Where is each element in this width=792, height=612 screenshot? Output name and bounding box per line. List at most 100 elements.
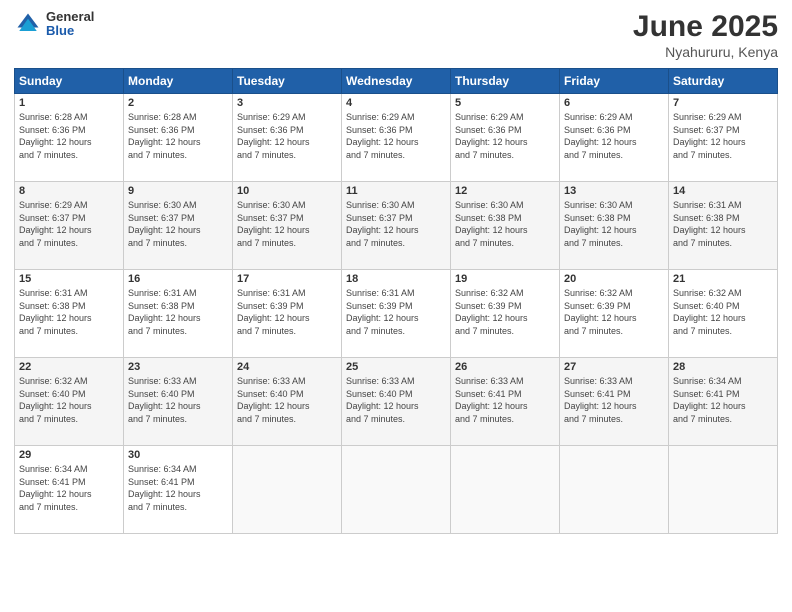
day-info: Sunrise: 6:28 AM Sunset: 6:36 PM Dayligh… [19,111,119,161]
day-number: 15 [19,273,119,285]
table-row: 19 Sunrise: 6:32 AM Sunset: 6:39 PM Dayli… [451,270,560,358]
table-row [342,446,451,534]
table-row: 30 Sunrise: 6:34 AM Sunset: 6:41 PM Dayli… [124,446,233,534]
header-tuesday: Tuesday [233,69,342,94]
table-row: 4 Sunrise: 6:29 AM Sunset: 6:36 PM Daylig… [342,94,451,182]
day-number: 28 [673,361,773,373]
calendar-title: June 2025 [633,10,778,44]
day-number: 9 [128,185,228,197]
day-info: Sunrise: 6:33 AM Sunset: 6:40 PM Dayligh… [128,375,228,425]
day-info: Sunrise: 6:29 AM Sunset: 6:36 PM Dayligh… [346,111,446,161]
calendar-subtitle: Nyahururu, Kenya [633,44,778,60]
table-row: 1 Sunrise: 6:28 AM Sunset: 6:36 PM Daylig… [15,94,124,182]
day-number: 14 [673,185,773,197]
logo-general-text: General [46,10,94,24]
table-row: 18 Sunrise: 6:31 AM Sunset: 6:39 PM Dayli… [342,270,451,358]
day-info: Sunrise: 6:29 AM Sunset: 6:37 PM Dayligh… [673,111,773,161]
day-number: 23 [128,361,228,373]
table-row: 25 Sunrise: 6:33 AM Sunset: 6:40 PM Dayli… [342,358,451,446]
calendar-body: 1 Sunrise: 6:28 AM Sunset: 6:36 PM Daylig… [15,94,778,534]
header: General Blue June 2025 Nyahururu, Kenya [14,10,778,60]
day-info: Sunrise: 6:28 AM Sunset: 6:36 PM Dayligh… [128,111,228,161]
day-number: 17 [237,273,337,285]
logo-icon [14,10,42,38]
day-number: 19 [455,273,555,285]
day-info: Sunrise: 6:30 AM Sunset: 6:38 PM Dayligh… [564,199,664,249]
header-monday: Monday [124,69,233,94]
day-number: 30 [128,449,228,461]
day-number: 5 [455,97,555,109]
day-info: Sunrise: 6:34 AM Sunset: 6:41 PM Dayligh… [19,463,119,513]
table-row: 10Sunrise: 6:30 AM Sunset: 6:37 PM Dayli… [233,182,342,270]
day-info: Sunrise: 6:31 AM Sunset: 6:38 PM Dayligh… [673,199,773,249]
table-row [233,446,342,534]
day-info: Sunrise: 6:32 AM Sunset: 6:39 PM Dayligh… [455,287,555,337]
day-number: 26 [455,361,555,373]
day-number: 22 [19,361,119,373]
logo-blue-text: Blue [46,24,94,38]
table-row: 14 Sunrise: 6:31 AM Sunset: 6:38 PM Dayli… [669,182,778,270]
day-number: 29 [19,449,119,461]
day-number: 8 [19,185,119,197]
table-row: 13 Sunrise: 6:30 AM Sunset: 6:38 PM Dayli… [560,182,669,270]
day-number: 16 [128,273,228,285]
day-number: 11 [346,185,446,197]
table-row [560,446,669,534]
day-number: 3 [237,97,337,109]
day-info: Sunrise: 6:32 AM Sunset: 6:40 PM Dayligh… [673,287,773,337]
table-row: 8 Sunrise: 6:29 AM Sunset: 6:37 PM Daylig… [15,182,124,270]
day-info: Sunrise: 6:30 AM Sunset: 6:37 PM Dayligh… [346,199,446,249]
day-info: Sunrise: 6:32 AM Sunset: 6:39 PM Dayligh… [564,287,664,337]
day-number: 21 [673,273,773,285]
day-info: Sunrise: 6:31 AM Sunset: 6:39 PM Dayligh… [346,287,446,337]
table-row: 26 Sunrise: 6:33 AM Sunset: 6:41 PM Dayli… [451,358,560,446]
day-number: 13 [564,185,664,197]
day-number: 18 [346,273,446,285]
table-row: 15 Sunrise: 6:31 AM Sunset: 6:38 PM Dayli… [15,270,124,358]
header-thursday: Thursday [451,69,560,94]
table-row: 20 Sunrise: 6:32 AM Sunset: 6:39 PM Dayli… [560,270,669,358]
day-info: Sunrise: 6:29 AM Sunset: 6:36 PM Dayligh… [564,111,664,161]
day-number: 4 [346,97,446,109]
day-info: Sunrise: 6:33 AM Sunset: 6:40 PM Dayligh… [237,375,337,425]
day-number: 25 [346,361,446,373]
table-row: 22 Sunrise: 6:32 AM Sunset: 6:40 PM Dayli… [15,358,124,446]
header-saturday: Saturday [669,69,778,94]
day-number: 1 [19,97,119,109]
table-row [669,446,778,534]
day-number: 6 [564,97,664,109]
table-row: 23 Sunrise: 6:33 AM Sunset: 6:40 PM Dayli… [124,358,233,446]
day-info: Sunrise: 6:31 AM Sunset: 6:39 PM Dayligh… [237,287,337,337]
table-row: 27Sunrise: 6:33 AM Sunset: 6:41 PM Dayli… [560,358,669,446]
day-info: Sunrise: 6:30 AM Sunset: 6:37 PM Dayligh… [237,199,337,249]
calendar-page: General Blue June 2025 Nyahururu, Kenya … [0,0,792,612]
day-number: 20 [564,273,664,285]
table-row: 24Sunrise: 6:33 AM Sunset: 6:40 PM Dayli… [233,358,342,446]
title-block: June 2025 Nyahururu, Kenya [633,10,778,60]
table-row: 3 Sunrise: 6:29 AM Sunset: 6:36 PM Daylig… [233,94,342,182]
day-info: Sunrise: 6:30 AM Sunset: 6:38 PM Dayligh… [455,199,555,249]
header-row: Sunday Monday Tuesday Wednesday Thursday… [15,69,778,94]
header-wednesday: Wednesday [342,69,451,94]
table-row: 16Sunrise: 6:31 AM Sunset: 6:38 PM Dayli… [124,270,233,358]
day-info: Sunrise: 6:33 AM Sunset: 6:40 PM Dayligh… [346,375,446,425]
day-info: Sunrise: 6:31 AM Sunset: 6:38 PM Dayligh… [19,287,119,337]
calendar-table: Sunday Monday Tuesday Wednesday Thursday… [14,68,778,534]
header-friday: Friday [560,69,669,94]
day-info: Sunrise: 6:34 AM Sunset: 6:41 PM Dayligh… [128,463,228,513]
day-info: Sunrise: 6:33 AM Sunset: 6:41 PM Dayligh… [455,375,555,425]
table-row: 17 Sunrise: 6:31 AM Sunset: 6:39 PM Dayli… [233,270,342,358]
table-row: 28Sunrise: 6:34 AM Sunset: 6:41 PM Dayli… [669,358,778,446]
day-info: Sunrise: 6:29 AM Sunset: 6:36 PM Dayligh… [237,111,337,161]
logo-text: General Blue [46,10,94,39]
day-info: Sunrise: 6:30 AM Sunset: 6:37 PM Dayligh… [128,199,228,249]
table-row: 6 Sunrise: 6:29 AM Sunset: 6:36 PM Daylig… [560,94,669,182]
day-number: 27 [564,361,664,373]
day-info: Sunrise: 6:32 AM Sunset: 6:40 PM Dayligh… [19,375,119,425]
table-row: 29 Sunrise: 6:34 AM Sunset: 6:41 PM Dayli… [15,446,124,534]
logo: General Blue [14,10,94,39]
table-row: 11 Sunrise: 6:30 AM Sunset: 6:37 PM Dayli… [342,182,451,270]
day-info: Sunrise: 6:29 AM Sunset: 6:37 PM Dayligh… [19,199,119,249]
header-sunday: Sunday [15,69,124,94]
table-row: 7Sunrise: 6:29 AM Sunset: 6:37 PM Daylig… [669,94,778,182]
